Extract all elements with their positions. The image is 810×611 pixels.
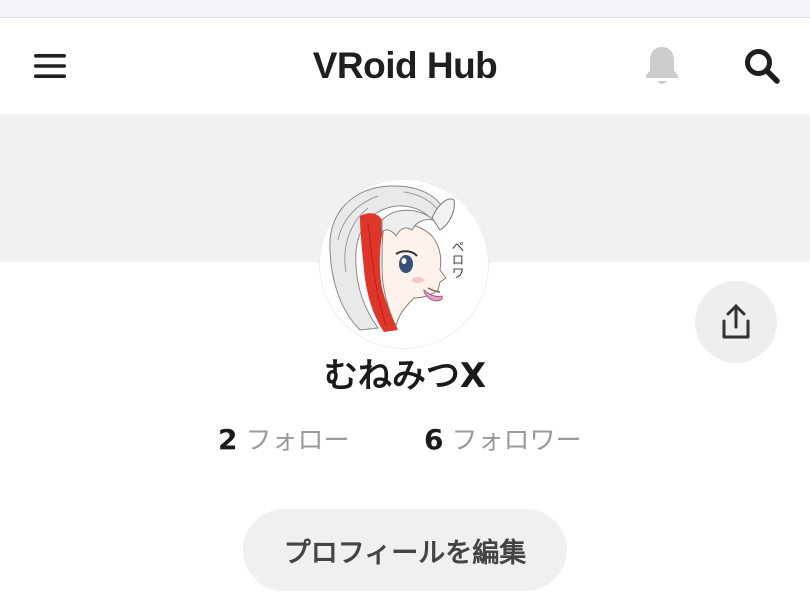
avatar[interactable]: ペロワ <box>320 180 488 348</box>
username: むねみつX <box>323 356 487 396</box>
following-count: 2 <box>218 423 238 456</box>
avatar-illustration: ペロワ <box>320 180 488 348</box>
bell-icon <box>646 47 678 84</box>
top-strip <box>0 0 810 18</box>
avatar-caption: ペロワ <box>449 240 465 279</box>
search-button[interactable] <box>736 40 788 92</box>
app-header: VRoid Hub <box>0 18 810 114</box>
following-label: フォロー <box>245 426 350 456</box>
followers-count: 6 <box>424 423 444 456</box>
followers-stat[interactable]: 6 フォロワー <box>424 420 582 460</box>
edit-profile-button[interactable]: プロフィールを編集 <box>243 509 567 591</box>
search-icon <box>745 49 780 84</box>
vroid-hub-logo[interactable]: VRoid Hub <box>0 44 810 88</box>
followers-label: フォロワー <box>451 426 582 456</box>
following-stat[interactable]: 2 フォロー <box>218 420 350 460</box>
share-button[interactable] <box>695 281 777 363</box>
share-icon <box>722 304 750 339</box>
notifications-button[interactable] <box>638 40 686 92</box>
